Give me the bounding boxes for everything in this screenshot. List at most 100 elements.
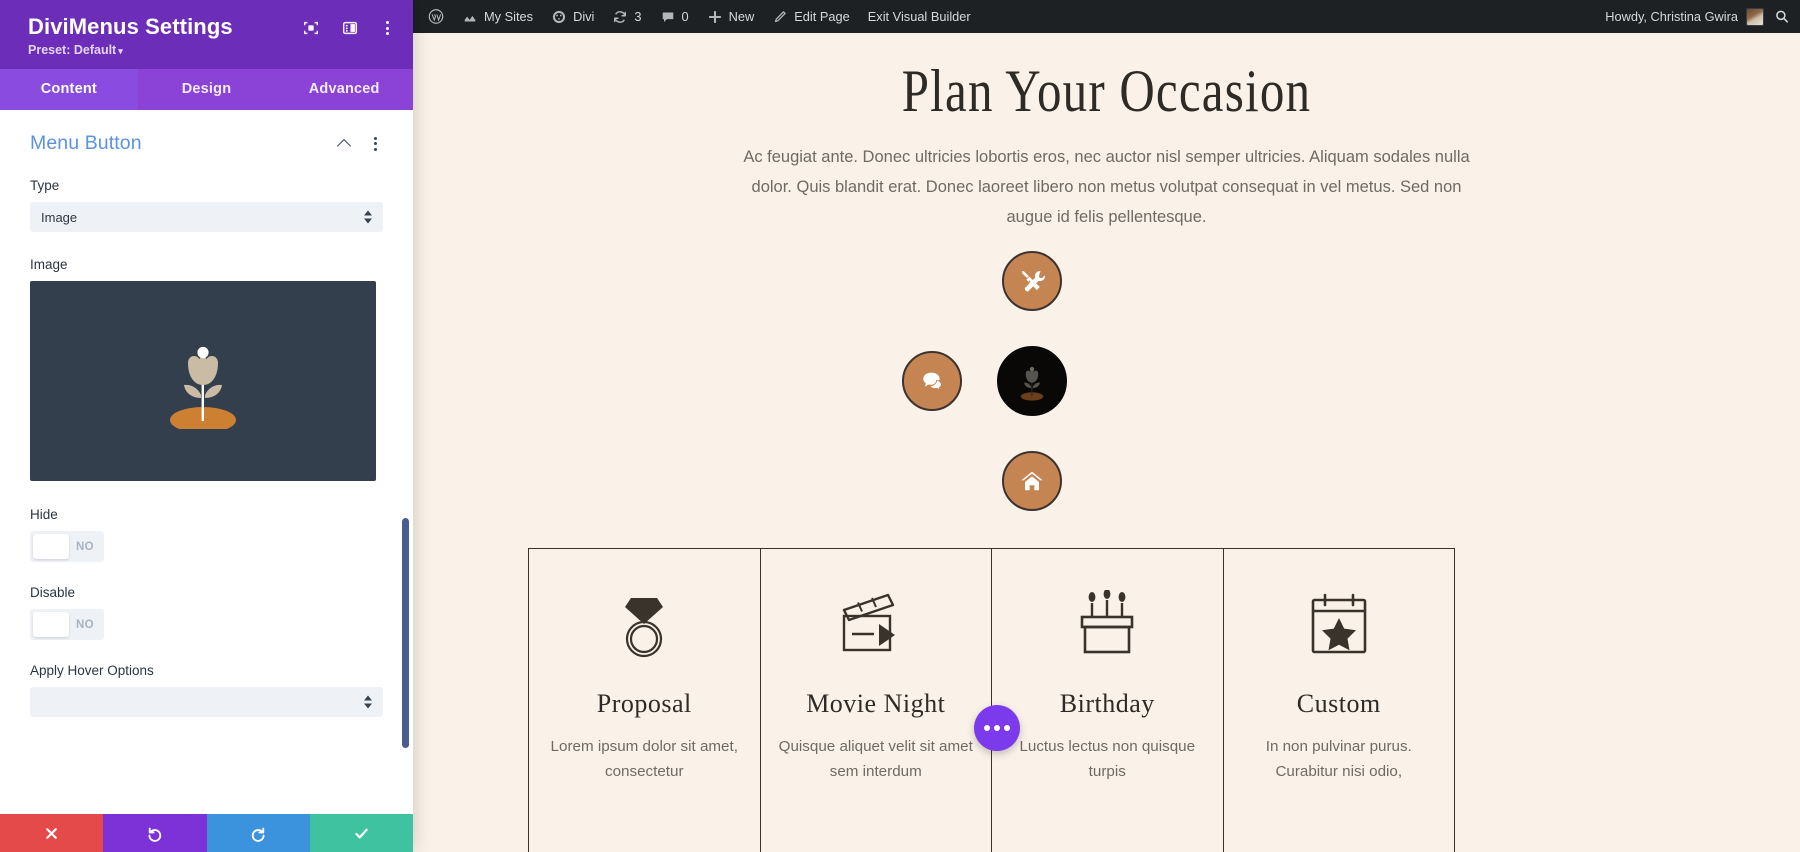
panel-scroll-content: Menu Button Type Image Image Hide NO Dis… xyxy=(0,110,413,718)
hide-toggle[interactable]: NO xyxy=(30,531,104,563)
updates-count: 3 xyxy=(634,9,642,24)
checkmark-icon xyxy=(355,828,368,839)
birthday-cake-icon xyxy=(1080,590,1134,654)
card-text: In non pulvinar purus. Curabitur nisi od… xyxy=(1265,738,1412,780)
card-movie-night[interactable]: Movie Night Quisque aliquet velit sit am… xyxy=(761,549,992,852)
flower-tulip-icon xyxy=(170,347,236,430)
divi-dashboard-icon xyxy=(551,9,567,25)
redo-arrow-icon xyxy=(251,827,265,842)
card-text: Lorem ipsum dolor sit amet, consectetur xyxy=(550,738,738,780)
search-icon[interactable] xyxy=(1774,9,1790,25)
comment-bubble-icon xyxy=(660,9,676,25)
apply-hover-options-label: Apply Hover Options xyxy=(30,663,154,679)
new-content-menu[interactable]: New xyxy=(698,0,764,33)
panel-more-options-icon[interactable] xyxy=(379,21,395,35)
divi-menu[interactable]: Divi xyxy=(542,0,603,33)
disable-field: Disable NO xyxy=(30,585,383,641)
diamond-ring-icon xyxy=(625,598,664,658)
menu-item-chat[interactable] xyxy=(902,351,962,412)
layout-panel-icon[interactable] xyxy=(340,18,360,38)
edit-page-menu[interactable]: Edit Page xyxy=(763,0,859,33)
updates-menu[interactable]: 3 xyxy=(603,0,650,33)
my-sites-menu[interactable]: My Sites xyxy=(453,0,542,33)
panel-scrollbar-thumb[interactable] xyxy=(402,518,409,749)
exit-visual-builder-label: Exit Visual Builder xyxy=(867,9,971,24)
select-stepper-arrows-icon xyxy=(364,210,372,224)
hide-toggle-knob xyxy=(33,534,69,560)
disable-field-label: Disable xyxy=(30,585,76,601)
type-select-value: Image xyxy=(41,209,78,225)
edit-page-label: Edit Page xyxy=(794,9,850,24)
focus-target-icon[interactable] xyxy=(301,18,321,38)
page-content: Plan Your Occasion Ac feugiat ante. Done… xyxy=(413,33,1800,852)
section-more-options-icon[interactable] xyxy=(367,136,383,151)
card-proposal[interactable]: Proposal Lorem ipsum dolor sit amet, con… xyxy=(529,549,761,852)
panel-preset-selector[interactable]: Preset: Default ▾ xyxy=(28,43,391,57)
redo-button[interactable] xyxy=(206,814,310,852)
menu-main-button[interactable] xyxy=(997,346,1067,417)
page-paragraph: Ac feugiat ante. Donec ultricies loborti… xyxy=(743,148,1470,227)
type-select[interactable]: Image xyxy=(30,202,383,233)
panel-tabs: Content Design Advanced xyxy=(0,69,414,111)
menu-item-tools[interactable] xyxy=(1002,251,1062,312)
card-title: Birthday xyxy=(1059,689,1155,718)
exit-visual-builder-menu[interactable]: Exit Visual Builder xyxy=(859,0,980,33)
menu-button-section-header: Menu Button xyxy=(30,132,383,155)
updates-sync-icon xyxy=(612,9,628,25)
undo-button[interactable] xyxy=(103,814,207,852)
card-title: Custom xyxy=(1296,689,1381,718)
cancel-button[interactable] xyxy=(0,814,104,852)
occasion-cards-row: Proposal Lorem ipsum dolor sit amet, con… xyxy=(528,548,1455,852)
comments-count: 0 xyxy=(681,9,689,24)
panel-scrollbar-track[interactable] xyxy=(402,250,411,749)
howdy-user-menu[interactable]: Howdy, Christina Gwira xyxy=(1605,7,1764,26)
divimenus-settings-panel: DiviMenus Settings Preset: Default ▾ Con… xyxy=(0,0,414,852)
my-sites-label: My Sites xyxy=(484,9,534,24)
type-field-label: Type xyxy=(30,178,60,194)
pencil-edit-icon xyxy=(772,9,788,25)
card-birthday[interactable]: Birthday Luctus lectus non quisque turpi… xyxy=(992,549,1224,852)
page-title: Plan Your Occasion xyxy=(901,56,1312,125)
plus-icon xyxy=(707,9,723,25)
apply-hover-options-select[interactable] xyxy=(30,687,383,718)
avatar xyxy=(1746,7,1764,26)
card-icon-wrap xyxy=(1307,587,1371,665)
app-root: DiviMenus Settings Preset: Default ▾ Con… xyxy=(0,0,1800,852)
star-calendar-icon xyxy=(1311,593,1367,654)
card-title: Movie Night xyxy=(806,689,946,718)
tab-design[interactable]: Design xyxy=(137,69,276,111)
card-text: Quisque aliquet velit sit amet sem inter… xyxy=(778,738,973,780)
sites-buildings-icon xyxy=(462,9,478,25)
card-icon-wrap xyxy=(1076,587,1138,665)
section-tools xyxy=(338,136,383,151)
panel-header-icons xyxy=(301,18,395,38)
image-preview[interactable] xyxy=(30,281,376,482)
menu-item-home[interactable] xyxy=(1002,451,1062,512)
wp-admin-bar: My Sites Divi 3 0 New Edit Page Exit Vis… xyxy=(413,0,1800,33)
image-field-label: Image xyxy=(30,257,68,273)
card-text: Luctus lectus non quisque turpis xyxy=(1019,738,1196,780)
howdy-label: Howdy, Christina Gwira xyxy=(1605,9,1738,24)
wp-logo-menu[interactable] xyxy=(419,0,453,33)
tab-content[interactable]: Content xyxy=(0,69,138,111)
chevron-up-icon[interactable] xyxy=(338,136,353,151)
select-stepper-arrows-icon xyxy=(364,695,372,709)
disable-toggle-knob xyxy=(33,612,69,638)
tab-advanced[interactable]: Advanced xyxy=(275,69,414,111)
undo-arrow-icon xyxy=(148,827,162,842)
wordpress-logo-icon xyxy=(428,9,444,25)
chevron-down-icon: ▾ xyxy=(118,46,123,57)
card-title: Proposal xyxy=(596,689,692,718)
panel-footer-actions xyxy=(0,814,413,852)
card-custom[interactable]: Custom In non pulvinar purus. Curabitur … xyxy=(1224,549,1455,852)
divimenus-widget xyxy=(413,242,1800,517)
divi-builder-fab-button[interactable] xyxy=(974,705,1020,751)
divi-label: Divi xyxy=(573,9,595,24)
hide-field: Hide NO xyxy=(30,507,383,563)
new-label: New xyxy=(728,9,755,24)
save-button[interactable] xyxy=(309,814,413,852)
admin-bar-right: Howdy, Christina Gwira xyxy=(1605,7,1800,26)
disable-toggle[interactable]: NO xyxy=(30,609,104,641)
tools-wrench-screwdriver-icon xyxy=(1022,271,1045,292)
comments-menu[interactable]: 0 xyxy=(651,0,698,33)
